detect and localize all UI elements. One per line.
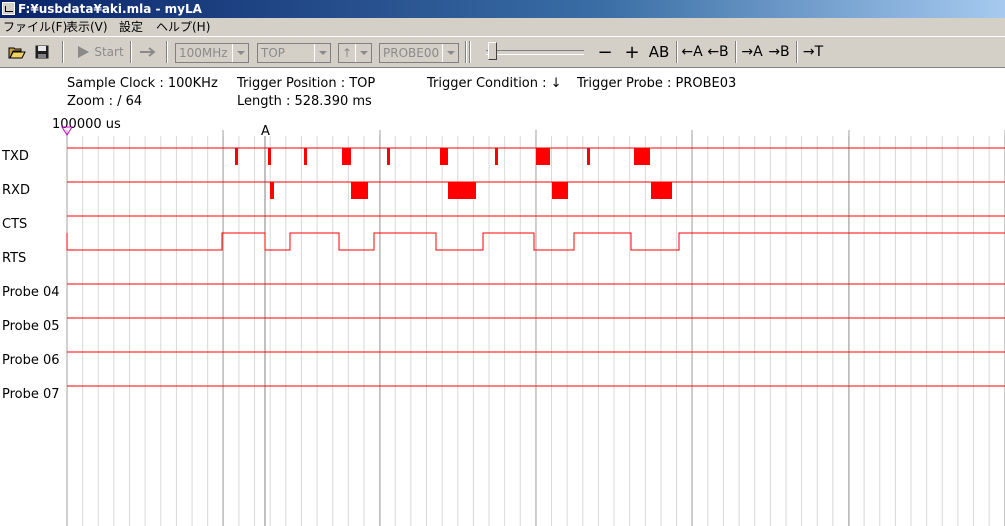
- play-icon: [78, 46, 90, 58]
- txd-pulse: [536, 148, 550, 165]
- start-button[interactable]: Start: [72, 40, 128, 64]
- save-button[interactable]: [31, 40, 53, 64]
- start-label: Start: [94, 45, 124, 59]
- move-right-b-button[interactable]: →B: [767, 40, 791, 64]
- rxd-pulse: [651, 182, 672, 199]
- clock-select[interactable]: 100MHz: [175, 43, 249, 63]
- waveform-area[interactable]: [0, 68, 1005, 526]
- toolbar-separator: [676, 41, 678, 63]
- txd-pulse: [342, 148, 351, 165]
- floppy-disk-icon: [35, 45, 49, 59]
- trigger-edge-value: ↑: [342, 46, 353, 60]
- chevron-down-icon: [314, 44, 330, 62]
- toolbar-separator: [735, 41, 737, 63]
- toolbar-separator: [469, 41, 471, 63]
- move-to-trigger-button[interactable]: →T: [801, 40, 825, 64]
- menu-bar: ファイル(F) 表示(V) 設定 ヘルプ(H): [0, 18, 1005, 36]
- trigger-probe-select[interactable]: PROBE00: [379, 43, 459, 63]
- open-button[interactable]: [6, 40, 28, 64]
- window-title: F:¥usbdata¥aki.mla - myLA: [18, 2, 202, 16]
- move-right-a-button[interactable]: →A: [740, 40, 764, 64]
- chevron-down-icon: [232, 44, 248, 62]
- app-icon: [2, 2, 15, 15]
- arrow-right-icon: [140, 47, 156, 57]
- menu-view[interactable]: 表示(V): [64, 18, 110, 36]
- step-forward-button[interactable]: [137, 40, 159, 64]
- zoom-out-button[interactable]: −: [594, 40, 616, 64]
- folder-open-icon: [8, 47, 26, 59]
- menu-file[interactable]: ファイル(F): [1, 18, 69, 36]
- txd-pulse: [587, 148, 590, 165]
- rxd-pulse: [448, 182, 476, 199]
- chevron-down-icon: [355, 44, 371, 62]
- trigger-probe-value: PROBE00: [383, 46, 440, 60]
- txd-pulse: [440, 148, 448, 165]
- move-left-b-button[interactable]: ←B: [706, 40, 730, 64]
- trigger-edge-select[interactable]: ↑: [338, 43, 372, 63]
- txd-pulse: [268, 148, 271, 165]
- txd-pulse: [387, 148, 390, 165]
- title-bar: F:¥usbdata¥aki.mla - myLA: [0, 0, 1005, 18]
- txd-pulse: [495, 148, 498, 165]
- toolbar-separator: [130, 41, 132, 63]
- zoom-slider-track[interactable]: [486, 50, 584, 55]
- zoom-slider-thumb[interactable]: [488, 42, 497, 60]
- waveform-grid: [66, 130, 1005, 526]
- txd-pulse: [304, 148, 307, 165]
- toolbar-separator: [796, 41, 798, 63]
- rxd-pulse: [552, 182, 568, 199]
- toolbar-separator: [62, 41, 64, 63]
- trigger-position-select[interactable]: TOP: [257, 43, 331, 63]
- txd-pulse: [634, 148, 650, 165]
- clock-select-value: 100MHz: [179, 46, 228, 60]
- toolbar-separator: [465, 41, 467, 63]
- move-left-a-button[interactable]: ←A: [680, 40, 704, 64]
- rxd-pulse: [351, 182, 368, 199]
- txd-pulse: [235, 148, 238, 165]
- ab-button[interactable]: AB: [646, 40, 672, 64]
- zoom-in-button[interactable]: +: [621, 40, 643, 64]
- rxd-pulse: [270, 182, 274, 199]
- chevron-down-icon: [442, 44, 458, 62]
- menu-help[interactable]: ヘルプ(H): [154, 18, 212, 36]
- toolbar-separator: [166, 41, 168, 63]
- trigger-position-value: TOP: [261, 46, 286, 60]
- menu-settings[interactable]: 設定: [117, 18, 145, 36]
